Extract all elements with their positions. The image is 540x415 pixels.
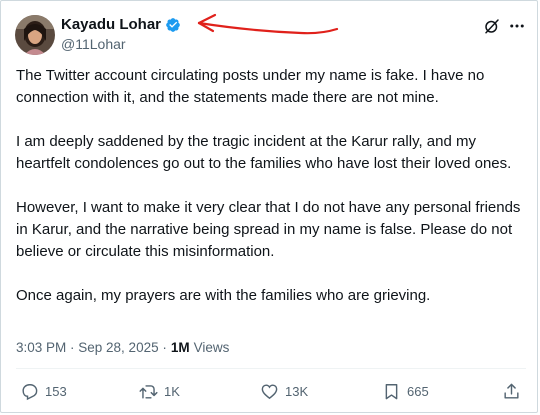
author-display-name[interactable]: Kayadu Lohar — [61, 16, 161, 33]
tweet-paragraph: Once again, my prayers are with the fami… — [16, 287, 431, 304]
views-count: 1M — [170, 340, 190, 355]
repost-count: 1K — [164, 384, 180, 399]
grok-icon[interactable] — [483, 17, 501, 35]
heart-icon — [261, 384, 278, 400]
reply-button[interactable]: 153 — [20, 382, 67, 401]
action-bar: 153 1K 13K 665 — [16, 382, 526, 406]
author-name-row: Kayadu Lohar — [61, 16, 181, 33]
bookmark-count: 665 — [407, 384, 429, 399]
avatar[interactable] — [15, 15, 55, 55]
views-label: Views — [193, 340, 230, 355]
bookmark-icon — [385, 384, 398, 400]
like-button[interactable]: 13K — [260, 382, 308, 401]
tweet-paragraph: The Twitter account circulating posts un… — [16, 67, 485, 106]
tweet-timestamp[interactable]: 3:03 PM · Sep 28, 2025 · — [16, 340, 167, 355]
tweet-meta: 3:03 PM · Sep 28, 2025 · 1M Views — [16, 340, 229, 355]
more-icon[interactable] — [507, 17, 527, 35]
author-handle[interactable]: @11Lohar — [61, 36, 126, 52]
red-arrow-annotation — [197, 13, 339, 35]
like-count: 13K — [285, 384, 309, 399]
reply-icon — [22, 384, 38, 401]
verified-badge-icon — [165, 17, 181, 33]
share-icon — [504, 383, 519, 399]
tweet-card: Kayadu Lohar @11Lohar The Twitter accoun… — [0, 0, 538, 413]
tweet-paragraph: However, I want to make it very clear th… — [16, 199, 521, 260]
repost-button[interactable]: 1K — [139, 382, 180, 401]
share-button[interactable] — [502, 382, 521, 401]
tweet-paragraph: I am deeply saddened by the tragic incid… — [16, 133, 512, 172]
divider — [16, 368, 526, 369]
repost-icon — [139, 385, 158, 399]
bookmark-button[interactable]: 665 — [382, 382, 429, 401]
tweet-text: The Twitter account circulating posts un… — [16, 65, 526, 329]
avatar-image — [15, 15, 55, 55]
reply-count: 153 — [45, 384, 67, 399]
